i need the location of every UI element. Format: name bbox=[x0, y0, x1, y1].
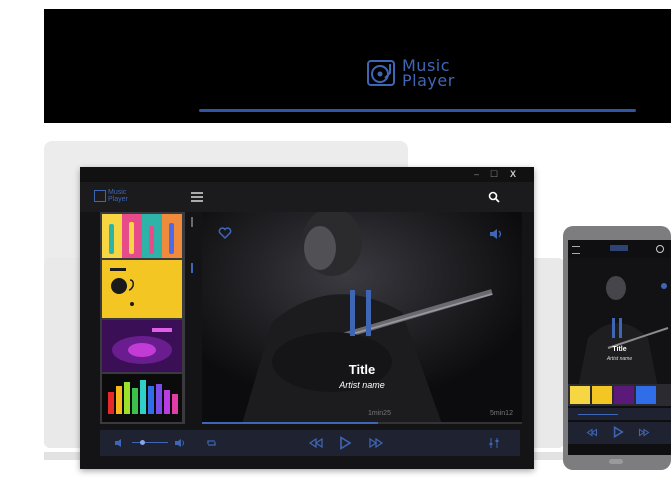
track-title: Title bbox=[348, 362, 376, 377]
elapsed-time: 1min25 bbox=[368, 410, 391, 417]
previous-icon[interactable] bbox=[308, 438, 324, 448]
album-thumb-equalizer[interactable] bbox=[102, 374, 182, 422]
pause-icon-bar[interactable] bbox=[366, 290, 371, 336]
heart-icon[interactable] bbox=[218, 226, 232, 240]
progress-fill bbox=[202, 422, 378, 424]
banner-divider bbox=[199, 109, 636, 112]
mobile-artist-photo bbox=[568, 258, 671, 388]
mobile-playlist[interactable] bbox=[568, 384, 671, 406]
artist-photo bbox=[202, 212, 522, 424]
mobile-controls bbox=[568, 422, 671, 444]
mobile-device: Title Artist name bbox=[563, 226, 671, 470]
mobile-thumb-record[interactable] bbox=[592, 386, 612, 404]
app-toolbar: Music Player bbox=[80, 182, 534, 212]
app-logo-line1: Music bbox=[108, 189, 127, 196]
search-icon[interactable] bbox=[656, 245, 664, 253]
now-playing-panel: Title Artist name 1min25 5min12 bbox=[202, 212, 522, 424]
logo-text-line2: Player bbox=[402, 71, 455, 90]
mobile-thumb-guitars[interactable] bbox=[570, 386, 590, 404]
minimize-button[interactable]: – bbox=[474, 169, 479, 179]
maximize-button[interactable]: ☐ bbox=[490, 169, 498, 180]
header-banner: Music Player bbox=[44, 9, 671, 123]
volume-up-icon[interactable] bbox=[174, 438, 186, 448]
mobile-thumb-equalizer[interactable] bbox=[636, 386, 656, 404]
app-logo-line2: Player bbox=[108, 196, 128, 203]
volume-icon[interactable] bbox=[488, 227, 504, 241]
turntable-icon bbox=[94, 190, 106, 202]
volume-down-icon[interactable] bbox=[114, 438, 126, 448]
volume-slider[interactable] bbox=[132, 442, 168, 443]
search-icon[interactable] bbox=[488, 191, 500, 203]
app-logo bbox=[610, 245, 628, 251]
music-player-logo: Music Player bbox=[366, 57, 455, 89]
repeat-icon[interactable] bbox=[206, 438, 218, 448]
more-options-icon[interactable] bbox=[191, 217, 193, 227]
close-button[interactable]: X bbox=[510, 169, 516, 179]
home-button[interactable] bbox=[609, 459, 623, 464]
album-thumb-record[interactable] bbox=[102, 260, 182, 318]
artist-name: Artist name bbox=[339, 380, 385, 390]
app-logo: Music Player bbox=[94, 189, 128, 203]
next-icon[interactable] bbox=[638, 428, 650, 437]
mobile-volume-bar[interactable] bbox=[568, 408, 671, 420]
window-titlebar: – ☐ X bbox=[80, 167, 534, 182]
total-time: 5min12 bbox=[490, 410, 513, 417]
mobile-track-title: Title bbox=[612, 346, 627, 353]
playlist-sidebar[interactable] bbox=[100, 212, 185, 424]
play-icon[interactable] bbox=[612, 426, 624, 438]
hamburger-icon[interactable] bbox=[572, 246, 580, 254]
hamburger-icon[interactable] bbox=[191, 192, 203, 204]
album-thumb-turntable[interactable] bbox=[102, 320, 182, 372]
mobile-artist-name: Artist name bbox=[606, 356, 633, 362]
equalizer-icon[interactable] bbox=[488, 437, 500, 449]
play-icon[interactable] bbox=[338, 436, 352, 450]
turntable-icon bbox=[367, 60, 395, 86]
mobile-thumb-turntable[interactable] bbox=[614, 386, 634, 404]
scrollbar-thumb[interactable] bbox=[191, 263, 193, 273]
progress-bar[interactable] bbox=[202, 422, 522, 424]
pause-icon[interactable] bbox=[350, 290, 355, 336]
playback-controls bbox=[100, 430, 520, 456]
album-thumb-guitars[interactable] bbox=[102, 214, 182, 258]
previous-icon[interactable] bbox=[586, 428, 598, 437]
next-icon[interactable] bbox=[368, 438, 384, 448]
desktop-app-window: – ☐ X Music Player Title Artist name 1mi… bbox=[80, 167, 534, 469]
volume-slider-knob[interactable] bbox=[140, 440, 145, 445]
mobile-app-screen: Title Artist name bbox=[568, 240, 671, 455]
